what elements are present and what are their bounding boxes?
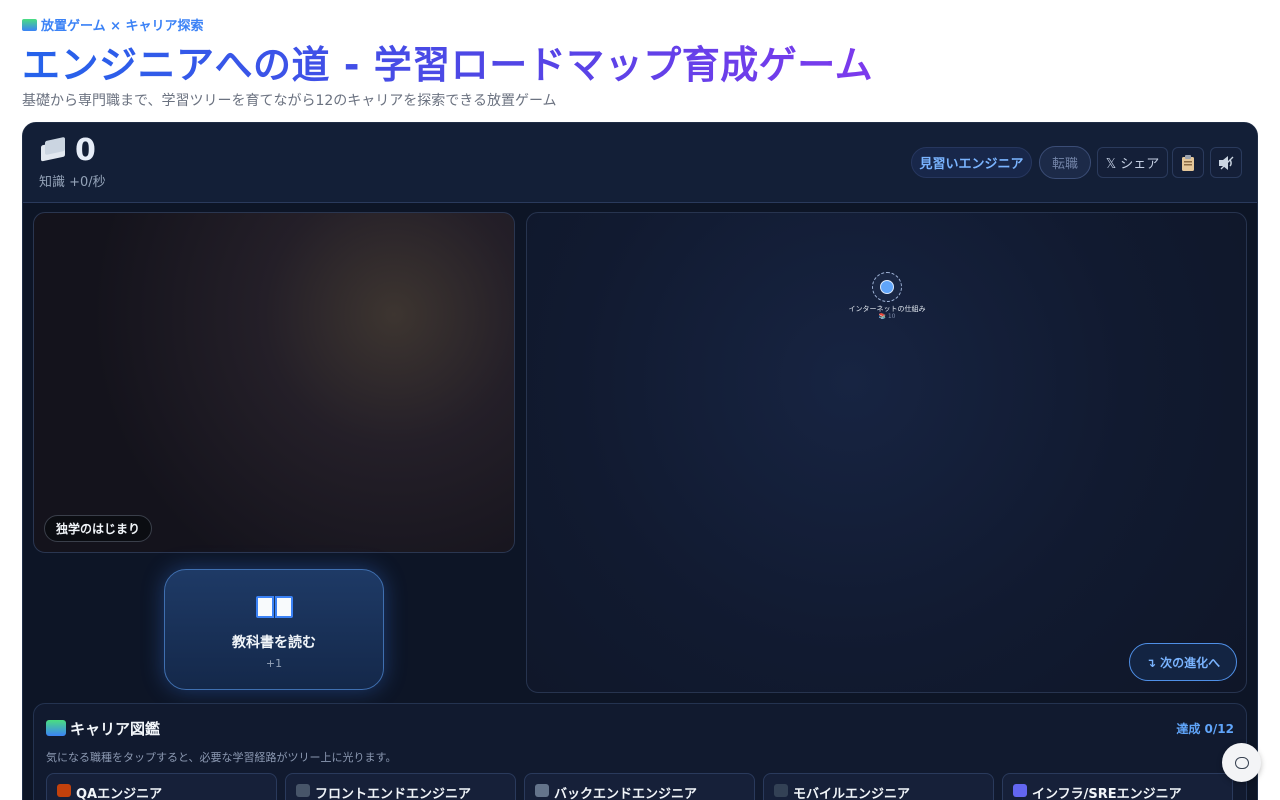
change-job-button[interactable]: 転職	[1039, 146, 1091, 179]
career-card-qa[interactable]: QAエンジニア	[46, 773, 277, 800]
read-gain: +1	[265, 657, 283, 670]
career-dex: キャリア図鑑 達成 0/12 気になる職種をタップすると、必要な学習経路がツリー…	[33, 703, 1247, 800]
career-card-list: QAエンジニア フロントエンドエンジニア バックエンドエンジニア モバイルエンジ…	[46, 773, 1233, 800]
game-panel: 0 知識 +0/秒 見習いエンジニア 転職 𝕏 シェア 独学のはじまり 教科書を…	[22, 122, 1258, 800]
phone-icon	[774, 784, 788, 797]
rank-badge[interactable]: 見習いエンジニア	[911, 147, 1032, 178]
page-title: エンジニアへの道 - 学習ロードマップ育成ゲーム	[22, 34, 873, 89]
game-header: 0 知識 +0/秒 見習いエンジニア 転職 𝕏 シェア	[23, 123, 1257, 203]
clipboard-icon	[1182, 154, 1194, 171]
knowledge-rate: 知識 +0/秒	[39, 175, 106, 190]
globe-icon	[880, 280, 894, 294]
knowledge-counter: 0	[75, 133, 96, 168]
sound-button[interactable]	[1210, 147, 1242, 178]
career-card-infra[interactable]: インフラ/SREエンジニア	[1002, 773, 1233, 800]
chat-bubble-icon	[1234, 756, 1249, 769]
scene-view: 独学のはじまり	[33, 212, 515, 553]
career-card-label: QAエンジニア	[76, 787, 163, 800]
skill-tree[interactable]: インターネットの仕組み 📚 10 ↴ 次の進化へ	[526, 212, 1247, 693]
career-card-frontend[interactable]: フロントエンドエンジニア	[285, 773, 516, 800]
career-card-label: インフラ/SREエンジニア	[1032, 787, 1182, 800]
dex-progress: 達成 0/12	[1176, 722, 1234, 736]
speaker-icon	[1219, 155, 1234, 170]
share-x-button[interactable]: 𝕏 シェア	[1097, 147, 1168, 178]
read-label: 教科書を読む	[232, 635, 316, 651]
stage-badge: 独学のはじまり	[44, 515, 153, 542]
career-card-label: フロントエンドエンジニア	[315, 787, 472, 800]
page-subtitle: 基礎から専門職まで、学習ツリーを育てながら12のキャリアを探索できる放置ゲーム	[22, 93, 557, 109]
eyebrow: 放置ゲーム × キャリア探索	[22, 15, 204, 34]
map-icon	[46, 720, 66, 736]
map-icon	[22, 19, 37, 31]
monitor-icon	[296, 784, 310, 797]
dex-title: キャリア図鑑	[70, 720, 161, 738]
tree-node-cost: 📚 10	[878, 313, 896, 320]
tree-node-internet[interactable]	[872, 272, 902, 302]
cloud-icon	[1013, 784, 1027, 797]
clipboard-button[interactable]	[1172, 147, 1204, 178]
career-card-mobile[interactable]: モバイルエンジニア	[763, 773, 994, 800]
server-icon	[535, 784, 549, 797]
dex-hint: 気になる職種をタップすると、必要な学習経路がツリー上に光ります。	[46, 751, 397, 764]
career-card-backend[interactable]: バックエンドエンジニア	[524, 773, 755, 800]
knowledge-icon	[39, 136, 67, 163]
ladybug-icon	[57, 784, 71, 797]
next-evolution-button[interactable]: ↴ 次の進化へ	[1129, 643, 1237, 681]
chat-button[interactable]	[1222, 743, 1261, 782]
read-textbook-button[interactable]: 教科書を読む +1	[164, 569, 384, 690]
book-icon	[256, 592, 294, 622]
career-card-label: モバイルエンジニア	[793, 787, 911, 800]
eyebrow-text: 放置ゲーム × キャリア探索	[41, 19, 204, 34]
career-card-label: バックエンドエンジニア	[554, 787, 698, 800]
